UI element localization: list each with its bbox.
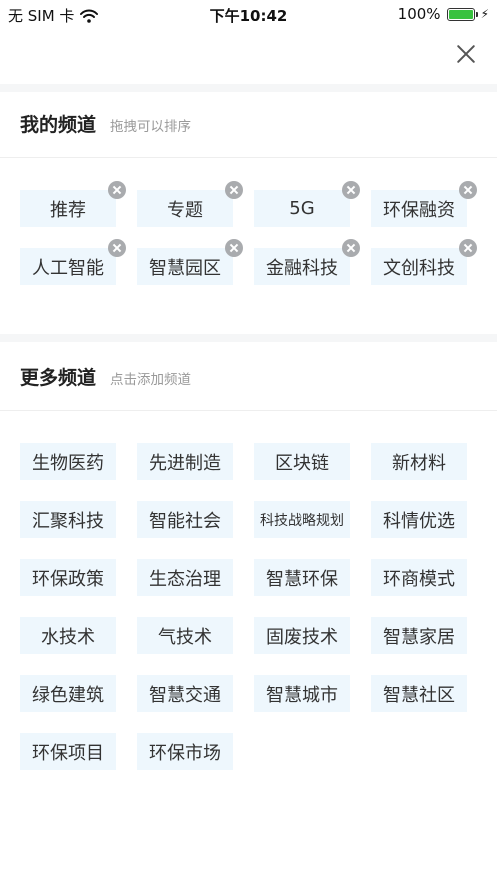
my-channels-hint: 拖拽可以排序 — [110, 119, 192, 135]
channel-chip-label: 5G — [289, 198, 315, 219]
section-separator — [0, 84, 497, 92]
channel-chip[interactable]: 先进制造 — [137, 443, 233, 480]
channel-chip-label: 人工智能 — [32, 257, 104, 279]
channel-chip[interactable]: 气技术 — [137, 617, 233, 654]
battery-percent: 100% — [397, 5, 441, 23]
charging-bolt-icon: ⚡ — [480, 7, 489, 21]
channel-chip[interactable]: 环保融资 — [371, 181, 477, 227]
channel-chip-label: 汇聚科技 — [32, 510, 104, 532]
channel-chip-label: 固废技术 — [266, 626, 338, 648]
channel-chip-label: 区块链 — [275, 452, 329, 474]
channel-chip-label: 环商模式 — [383, 568, 455, 590]
channel-chip-label: 专题 — [167, 199, 203, 221]
channel-chip-label: 水技术 — [41, 626, 95, 648]
channel-chip-label: 科情优选 — [383, 510, 455, 532]
channel-chip[interactable]: 智慧社区 — [371, 675, 467, 712]
channel-chip[interactable]: 智慧环保 — [254, 559, 350, 596]
more-channels-header: 更多频道 点击添加频道 — [20, 363, 191, 390]
channel-chip[interactable]: 推荐 — [20, 181, 126, 227]
remove-channel-icon[interactable] — [342, 181, 360, 199]
channel-chip[interactable]: 生物医药 — [20, 443, 116, 480]
channel-chip[interactable]: 科技战略规划 — [254, 501, 350, 538]
more-channels-title: 更多频道 — [20, 367, 97, 389]
my-channels-header: 我的频道 拖拽可以排序 — [20, 110, 191, 137]
channel-chip-label: 生态治理 — [149, 568, 221, 590]
channel-chip[interactable]: 环商模式 — [371, 559, 467, 596]
battery-cap — [475, 11, 478, 17]
section-separator — [0, 334, 497, 342]
channel-chip-label: 科技战略规划 — [260, 512, 344, 529]
channel-chip[interactable]: 智慧城市 — [254, 675, 350, 712]
channel-chip[interactable]: 5G — [254, 181, 360, 227]
my-channels-title: 我的频道 — [20, 114, 97, 136]
channel-chip[interactable]: 文创科技 — [371, 239, 477, 285]
channel-chip[interactable]: 生态治理 — [137, 559, 233, 596]
channel-chip[interactable]: 专题 — [137, 181, 243, 227]
remove-channel-icon[interactable] — [459, 239, 477, 257]
remove-channel-icon[interactable] — [459, 181, 477, 199]
channel-chip-label: 先进制造 — [149, 452, 221, 474]
divider — [0, 157, 497, 158]
channel-chip[interactable]: 固废技术 — [254, 617, 350, 654]
close-button[interactable] — [452, 40, 480, 68]
battery-icon — [446, 7, 475, 21]
channel-chip[interactable]: 环保项目 — [20, 733, 116, 770]
channel-chip-label: 智慧交通 — [149, 684, 221, 706]
channel-chip[interactable]: 智慧家居 — [371, 617, 467, 654]
channel-chip[interactable]: 绿色建筑 — [20, 675, 116, 712]
channel-chip[interactable]: 环保政策 — [20, 559, 116, 596]
channel-chip-label: 智慧环保 — [266, 568, 338, 590]
channel-chip[interactable]: 区块链 — [254, 443, 350, 480]
divider — [0, 410, 497, 411]
channel-chip[interactable]: 智能社会 — [137, 501, 233, 538]
more-channels-hint: 点击添加频道 — [110, 372, 192, 388]
channel-chip-label: 气技术 — [158, 626, 212, 648]
channel-chip-label: 智慧城市 — [266, 684, 338, 706]
channel-chip[interactable]: 新材料 — [371, 443, 467, 480]
channel-chip-label: 推荐 — [50, 199, 86, 221]
remove-channel-icon[interactable] — [225, 239, 243, 257]
channel-chip[interactable]: 科情优选 — [371, 501, 467, 538]
channel-chip[interactable]: 智慧交通 — [137, 675, 233, 712]
channel-chip-label: 环保融资 — [383, 199, 455, 221]
channel-chip-label: 生物医药 — [32, 452, 104, 474]
channel-chip-label: 智能社会 — [149, 510, 221, 532]
channel-chip[interactable]: 环保市场 — [137, 733, 233, 770]
remove-channel-icon[interactable] — [108, 239, 126, 257]
channel-chip-label: 智慧园区 — [149, 257, 221, 279]
channel-chip[interactable]: 智慧园区 — [137, 239, 243, 285]
channel-chip-label: 绿色建筑 — [32, 684, 104, 706]
channel-chip-label: 智慧社区 — [383, 684, 455, 706]
channel-chip-label: 新材料 — [392, 452, 446, 474]
channel-chip-label: 智慧家居 — [383, 626, 455, 648]
channel-chip-label: 金融科技 — [266, 257, 338, 279]
channel-chip-label: 文创科技 — [383, 257, 455, 279]
channel-chip-label: 环保政策 — [32, 568, 104, 590]
status-right: 100% ⚡ — [398, 5, 489, 23]
remove-channel-icon[interactable] — [108, 181, 126, 199]
remove-channel-icon[interactable] — [225, 181, 243, 199]
battery-fill — [448, 9, 473, 19]
remove-channel-icon[interactable] — [342, 239, 360, 257]
status-bar: 无 SIM 卡 下午10:42 100% ⚡ — [0, 0, 497, 28]
channel-chip-label: 环保市场 — [149, 742, 221, 764]
channel-chip[interactable]: 人工智能 — [20, 239, 126, 285]
channel-chip[interactable]: 汇聚科技 — [20, 501, 116, 538]
channel-chip[interactable]: 水技术 — [20, 617, 116, 654]
channel-chip[interactable]: 金融科技 — [254, 239, 360, 285]
channel-chip-label: 环保项目 — [32, 742, 104, 764]
